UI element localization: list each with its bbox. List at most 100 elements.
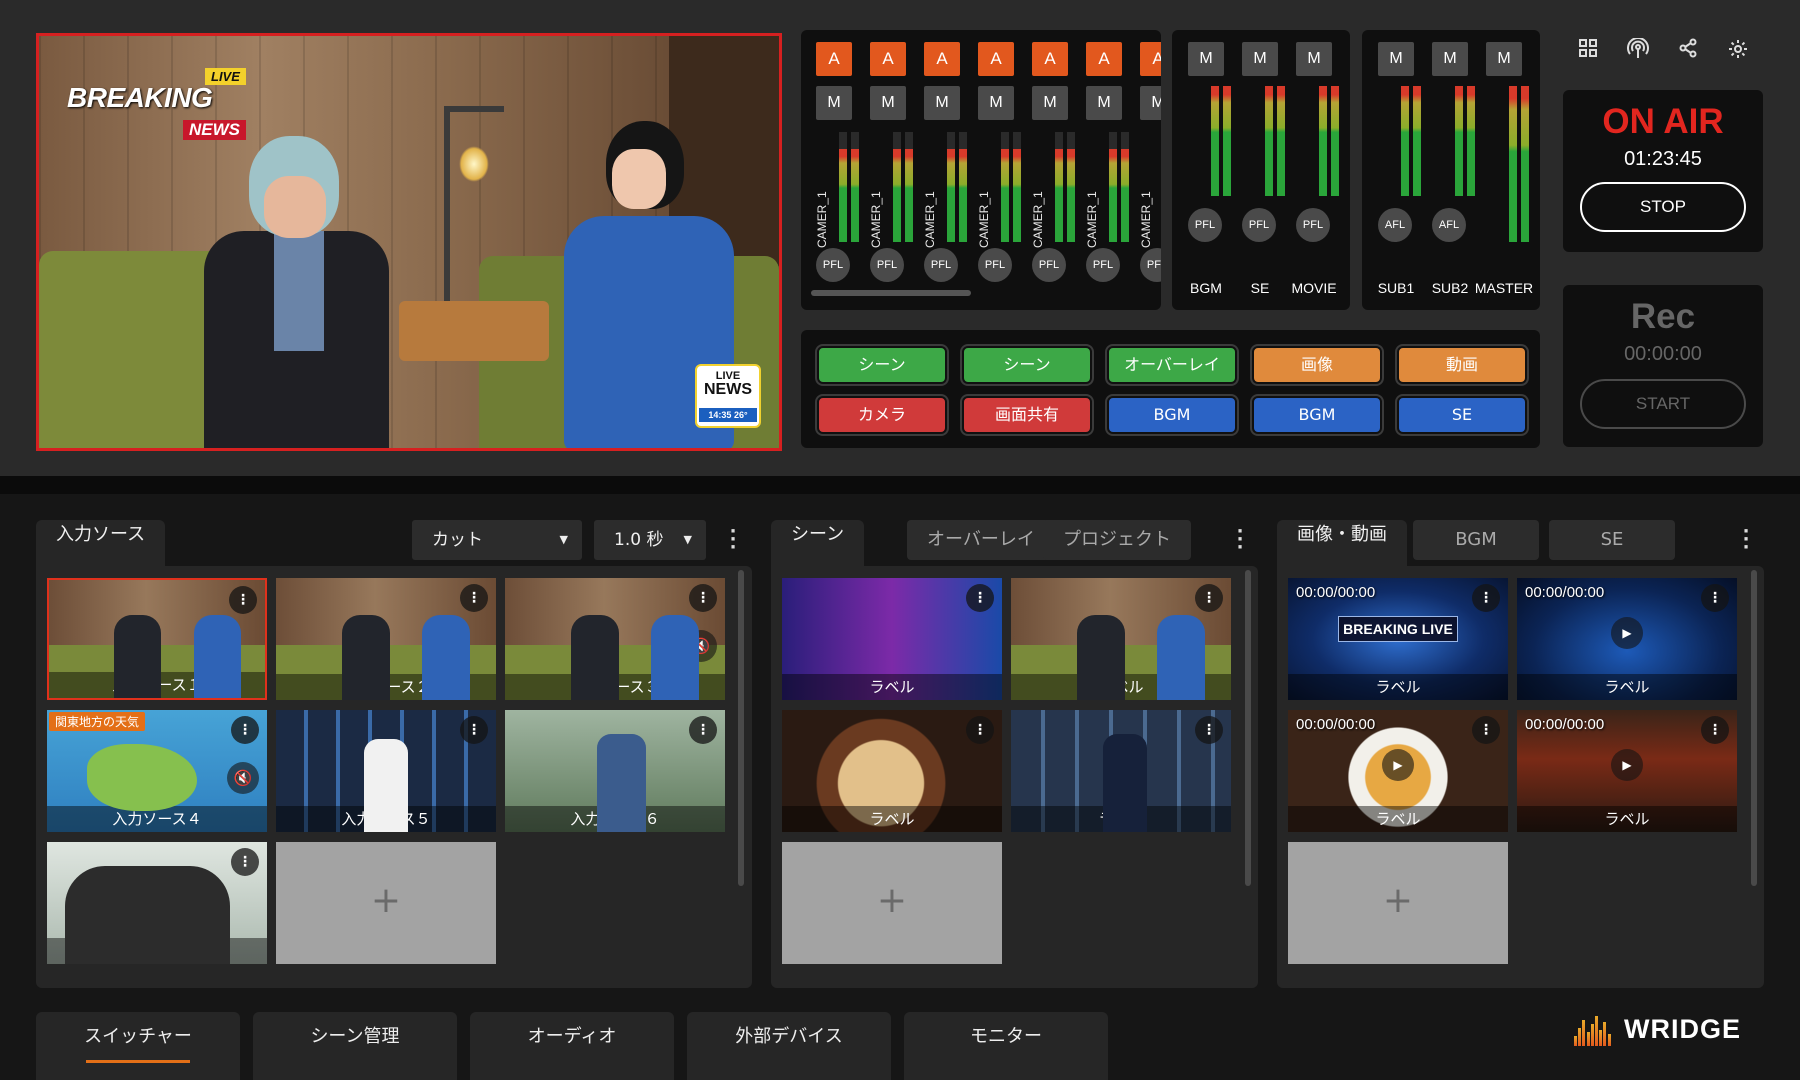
input-source-tile[interactable]: ⋮ 入力ソース５ (276, 710, 496, 832)
mute-button[interactable]: M (924, 86, 960, 120)
audio-on-button[interactable]: A (870, 42, 906, 76)
audio-on-button[interactable]: A (1086, 42, 1122, 76)
tab-images-videos[interactable]: 画像・動画 (1277, 520, 1407, 566)
more-icon[interactable]: · · · (727, 523, 739, 557)
nav-tab[interactable]: 外部デバイス (687, 1012, 891, 1080)
media-tile[interactable]: 00:00/00:00 BREAKING LIVE ⋮ ラベル (1288, 578, 1508, 700)
more-icon[interactable]: ⋮ (1195, 584, 1223, 612)
more-icon[interactable]: ⋮ (1472, 716, 1500, 744)
input-source-tile[interactable]: ⋮ 入力ソース７ (47, 842, 267, 964)
scene-tile[interactable]: ⋮ ラベル (782, 578, 1002, 700)
mute-button[interactable]: M (1378, 42, 1414, 76)
quick-button[interactable]: カメラ (817, 396, 947, 434)
more-icon[interactable]: ⋮ (689, 584, 717, 612)
nav-tab[interactable]: オーディオ (470, 1012, 674, 1080)
pfl-button[interactable]: PFL (1296, 208, 1330, 242)
mute-button[interactable]: M (978, 86, 1014, 120)
mute-icon[interactable]: 🔇 (227, 762, 259, 794)
scene-tile[interactable]: ⋮ ラベル (782, 710, 1002, 832)
audio-on-button[interactable]: A (1032, 42, 1068, 76)
mute-button[interactable]: M (1188, 42, 1224, 76)
more-icon[interactable]: ⋮ (1701, 584, 1729, 612)
mute-button[interactable]: M (1432, 42, 1468, 76)
more-icon[interactable]: ⋮ (966, 716, 994, 744)
media-tile[interactable]: 00:00/00:00 ▶ ⋮ ラベル (1517, 710, 1737, 832)
more-icon[interactable]: ⋮ (231, 848, 259, 876)
pfl-button[interactable]: PFL (816, 248, 850, 282)
more-icon[interactable]: ⋮ (1195, 716, 1223, 744)
nav-tab[interactable]: モニター (904, 1012, 1108, 1080)
play-icon[interactable]: ▶ (1382, 749, 1414, 781)
tab-overlays[interactable]: オーバーレイ (907, 520, 1055, 560)
scene-tile[interactable]: ⋮ ラベル (1011, 578, 1231, 700)
audio-on-button[interactable]: A (816, 42, 852, 76)
pfl-button[interactable]: PFL (1188, 208, 1222, 242)
more-icon[interactable]: ⋮ (229, 586, 257, 614)
add-button[interactable]: + (782, 842, 1002, 964)
tab-projects[interactable]: プロジェクト (1043, 520, 1191, 560)
more-icon[interactable]: ⋮ (231, 716, 259, 744)
more-icon[interactable]: ⋮ (460, 584, 488, 612)
more-icon[interactable]: ⋮ (1472, 584, 1500, 612)
quick-button[interactable]: 画像 (1252, 346, 1382, 384)
more-icon[interactable]: ⋮ (966, 584, 994, 612)
play-icon[interactable]: ▶ (1611, 617, 1643, 649)
pfl-button[interactable]: PFL (870, 248, 904, 282)
quick-button[interactable]: シーン (817, 346, 947, 384)
pfl-button[interactable]: PFL (1242, 208, 1276, 242)
share-icon[interactable] (1675, 38, 1701, 64)
tab-input-sources[interactable]: 入力ソース (36, 520, 166, 566)
audio-on-button[interactable]: A (924, 42, 960, 76)
media-tile[interactable]: 00:00/00:00 ▶ ⋮ ラベル (1517, 578, 1737, 700)
input-source-tile[interactable]: ⋮ 入力ソース１ (47, 578, 267, 700)
more-icon[interactable]: ⋮ (460, 716, 488, 744)
scene-tile[interactable]: ⋮ ラベル (1011, 710, 1231, 832)
tab-scenes[interactable]: シーン (771, 520, 865, 566)
quick-button[interactable]: 画面共有 (962, 396, 1092, 434)
pfl-button[interactable]: PFL (1140, 248, 1161, 282)
mute-icon[interactable]: 🔇 (685, 630, 717, 662)
input-scrollbar[interactable] (738, 570, 744, 886)
program-preview[interactable]: LIVE BREAKING NEWS LIVE NEWS 14:35 26° (36, 33, 782, 451)
media-tile[interactable]: 00:00/00:00 ▶ ⋮ ラベル (1288, 710, 1508, 832)
pfl-button[interactable]: PFL (1086, 248, 1120, 282)
quick-button[interactable]: シーン (962, 346, 1092, 384)
pfl-button[interactable]: PFL (978, 248, 1012, 282)
afl-button[interactable]: AFL (1432, 208, 1466, 242)
nav-tab[interactable]: シーン管理 (253, 1012, 457, 1080)
audio-on-button[interactable]: A (978, 42, 1014, 76)
grid-icon[interactable] (1575, 38, 1601, 64)
media-scrollbar[interactable] (1751, 570, 1757, 886)
mute-button[interactable]: M (1140, 86, 1161, 120)
scene-scrollbar[interactable] (1245, 570, 1251, 886)
mute-button[interactable]: M (1086, 86, 1122, 120)
quick-button[interactable]: オーバーレイ (1107, 346, 1237, 384)
more-icon[interactable]: · · · (1740, 523, 1752, 557)
quick-button[interactable]: 動画 (1397, 346, 1527, 384)
quick-button[interactable]: BGM (1107, 396, 1237, 434)
duration-select[interactable]: 1.0 秒 ▼ (594, 520, 706, 560)
quick-button[interactable]: SE (1397, 396, 1527, 434)
more-icon[interactable]: · · · (1234, 523, 1246, 557)
play-icon[interactable]: ▶ (1611, 749, 1643, 781)
mute-button[interactable]: M (1486, 42, 1522, 76)
mute-button[interactable]: M (870, 86, 906, 120)
input-source-tile[interactable]: ⋮ 入力ソース６ (505, 710, 725, 832)
tab-se[interactable]: SE (1549, 520, 1675, 560)
mute-button[interactable]: M (1242, 42, 1278, 76)
mixer-scrollbar[interactable] (811, 290, 971, 296)
afl-button[interactable]: AFL (1378, 208, 1412, 242)
pfl-button[interactable]: PFL (1032, 248, 1066, 282)
mute-button[interactable]: M (1296, 42, 1332, 76)
add-button[interactable]: + (1288, 842, 1508, 964)
input-source-tile[interactable]: ⋮ 入力ソース２ (276, 578, 496, 700)
more-icon[interactable]: ⋮ (1701, 716, 1729, 744)
start-button[interactable]: START (1580, 379, 1746, 429)
mute-button[interactable]: M (1032, 86, 1068, 120)
pfl-button[interactable]: PFL (924, 248, 958, 282)
add-button[interactable]: + (276, 842, 496, 964)
settings-icon[interactable] (1725, 38, 1751, 64)
more-icon[interactable]: ⋮ (689, 716, 717, 744)
input-source-tile[interactable]: 🔇 ⋮ 入力ソース３ (505, 578, 725, 700)
transition-select[interactable]: カット ▼ (412, 520, 582, 560)
